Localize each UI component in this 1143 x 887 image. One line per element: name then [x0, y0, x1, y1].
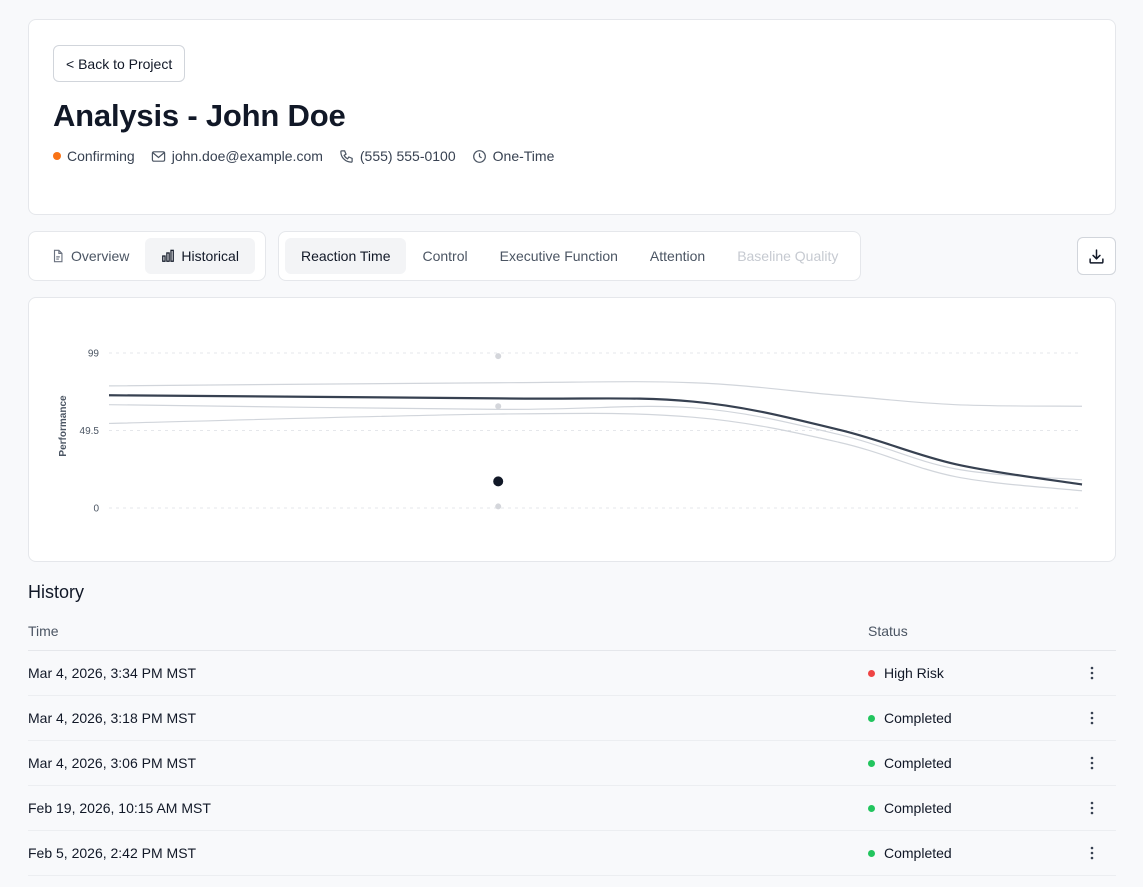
phone-icon — [340, 149, 353, 163]
series-line — [108, 412, 1083, 492]
table-row[interactable]: Mar 4, 2026, 3:18 PM MST Completed — [28, 696, 1116, 741]
tab-historical[interactable]: Historical — [145, 238, 255, 274]
status-text: Confirming — [67, 148, 135, 164]
table-row[interactable]: Feb 19, 2026, 10:15 AM MST Completed — [28, 786, 1116, 831]
history-title: History — [28, 582, 85, 602]
series-line — [108, 381, 1083, 407]
history-rows: Mar 4, 2026, 3:34 PM MST High Risk Mar 4, … — [28, 651, 1116, 876]
status-dot-icon — [868, 804, 875, 812]
email-meta: john.doe@example.com — [151, 148, 323, 164]
y-tick-label: 0 — [93, 504, 99, 515]
row-status-text: High Risk — [884, 665, 944, 681]
table-row[interactable]: Mar 4, 2026, 3:34 PM MST High Risk — [28, 651, 1116, 696]
status-dot-icon — [868, 759, 875, 767]
row-time: Mar 4, 2026, 3:34 PM MST — [28, 665, 197, 681]
data-point[interactable] — [495, 353, 502, 360]
clock-icon — [472, 149, 486, 163]
row-menu-button[interactable] — [1068, 801, 1116, 815]
frequency-meta: One-Time — [472, 148, 555, 164]
tab-historical-label: Historical — [181, 248, 239, 264]
table-row[interactable]: Mar 4, 2026, 3:06 PM MST Completed — [28, 741, 1116, 786]
row-menu-button[interactable] — [1068, 846, 1116, 860]
contact-meta-row: Confirming john.doe@example.com (555) 55… — [53, 148, 570, 164]
status-indicator: Confirming — [53, 148, 135, 164]
y-axis-label: Performance — [58, 395, 69, 457]
phone-meta: (555) 555-0100 — [339, 148, 456, 164]
row-time: Mar 4, 2026, 3:18 PM MST — [28, 710, 197, 726]
phone-text: (555) 555-0100 — [359, 148, 456, 164]
header-card: < Back to Project Analysis - John Doe Co… — [28, 19, 1116, 215]
tab-reaction-time[interactable]: Reaction Time — [285, 238, 407, 274]
row-status: Completed — [868, 800, 1068, 816]
column-header-time: Time — [28, 623, 59, 639]
tab-overview-label: Overview — [71, 248, 130, 264]
row-menu-button[interactable] — [1068, 666, 1116, 680]
tab-overview[interactable]: Overview — [35, 238, 145, 274]
series-line-main — [108, 394, 1083, 486]
y-tick-label: 99 — [88, 349, 100, 360]
row-status: High Risk — [868, 665, 1068, 681]
metric-tabs: Reaction Time Control Executive Function… — [278, 231, 861, 281]
data-point[interactable] — [495, 403, 502, 410]
frequency-text: One-Time — [492, 148, 555, 164]
bar-chart-icon — [162, 249, 175, 262]
tab-attention[interactable]: Attention — [634, 238, 721, 274]
status-dot-icon — [868, 714, 875, 722]
y-tick-label: 49.5 — [80, 426, 100, 437]
row-time: Feb 5, 2026, 2:42 PM MST — [28, 845, 197, 861]
email-text: john.doe@example.com — [171, 148, 323, 164]
more-vertical-icon — [1090, 756, 1094, 770]
back-to-project-button[interactable]: < Back to Project — [53, 45, 186, 82]
row-status: Completed — [868, 845, 1068, 861]
performance-chart: 0 49.5 99 Performance — [58, 349, 1083, 515]
document-icon — [53, 249, 63, 263]
row-status: Completed — [868, 710, 1068, 726]
download-icon — [1089, 248, 1104, 264]
row-status-text: Completed — [884, 710, 952, 726]
row-status-text: Completed — [884, 800, 952, 816]
more-vertical-icon — [1090, 711, 1094, 725]
status-dot-icon — [53, 152, 61, 160]
status-dot-icon — [868, 669, 875, 677]
table-row[interactable]: Feb 5, 2026, 2:42 PM MST Completed — [28, 831, 1116, 876]
tab-control[interactable]: Control — [406, 238, 483, 274]
row-status: Completed — [868, 755, 1068, 771]
page-title: Analysis - John Doe — [53, 98, 346, 133]
row-time: Feb 19, 2026, 10:15 AM MST — [28, 800, 211, 816]
mail-icon — [151, 150, 165, 162]
tab-baseline-quality: Baseline Quality — [737, 248, 839, 264]
row-menu-button[interactable] — [1068, 711, 1116, 725]
data-point[interactable] — [495, 503, 502, 510]
row-menu-button[interactable] — [1068, 756, 1116, 770]
tab-executive-function[interactable]: Executive Function — [484, 238, 634, 274]
history-table-header: Time Status — [28, 612, 1116, 651]
row-time: Mar 4, 2026, 3:06 PM MST — [28, 755, 197, 771]
more-vertical-icon — [1090, 666, 1094, 680]
status-dot-icon — [868, 849, 875, 857]
view-tabs: Overview Historical — [28, 231, 266, 281]
chart-card: 0 49.5 99 Performance — [28, 297, 1116, 562]
row-status-text: Completed — [884, 755, 952, 771]
row-status-text: Completed — [884, 845, 952, 861]
data-point[interactable] — [493, 476, 504, 487]
series-line — [108, 404, 1083, 481]
column-header-status: Status — [868, 623, 908, 639]
more-vertical-icon — [1090, 846, 1094, 860]
more-vertical-icon — [1090, 801, 1094, 815]
download-button[interactable] — [1077, 237, 1116, 275]
history-table: Time Status Mar 4, 2026, 3:34 PM MST High… — [28, 612, 1116, 876]
